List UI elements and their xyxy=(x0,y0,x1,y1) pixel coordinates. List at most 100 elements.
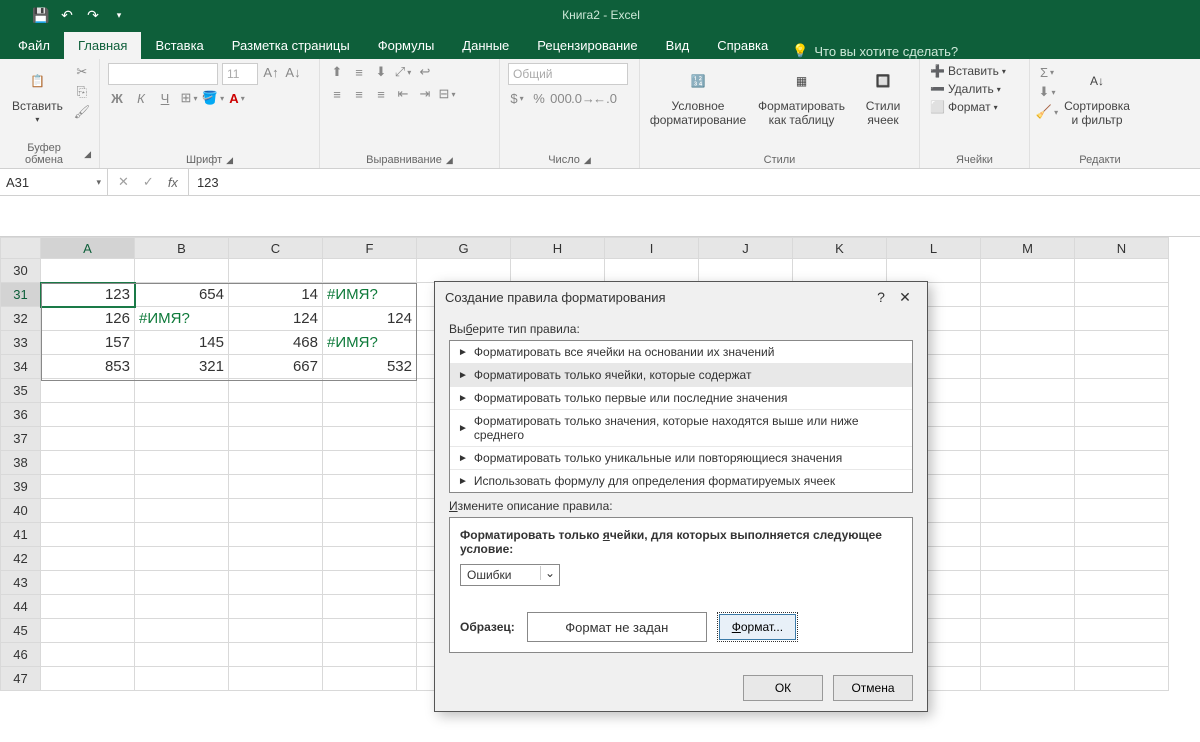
cell[interactable] xyxy=(323,451,417,475)
fill-color-icon[interactable]: 🪣 xyxy=(204,89,222,107)
cell[interactable] xyxy=(229,379,323,403)
row-header[interactable]: 33 xyxy=(1,331,41,355)
cell[interactable] xyxy=(1075,283,1169,307)
cell[interactable] xyxy=(1075,547,1169,571)
cell[interactable] xyxy=(41,571,135,595)
cell[interactable] xyxy=(323,523,417,547)
column-header[interactable]: F xyxy=(323,238,417,259)
cell[interactable] xyxy=(981,427,1075,451)
cell[interactable] xyxy=(981,499,1075,523)
row-header[interactable]: 31 xyxy=(1,283,41,307)
rule-type-item[interactable]: ►Форматировать только уникальные или пов… xyxy=(450,447,912,470)
cell[interactable]: 124 xyxy=(323,307,417,331)
row-header[interactable]: 43 xyxy=(1,571,41,595)
autosum-icon[interactable]: Σ xyxy=(1038,63,1056,81)
cell[interactable] xyxy=(1075,643,1169,667)
save-icon[interactable]: 💾 xyxy=(32,6,50,24)
cell[interactable] xyxy=(41,523,135,547)
cell[interactable]: 654 xyxy=(135,283,229,307)
dialog-launcher-icon[interactable]: ◢ xyxy=(446,155,453,166)
cell[interactable]: 126 xyxy=(41,307,135,331)
cell[interactable] xyxy=(887,259,981,283)
cell[interactable] xyxy=(135,547,229,571)
cell[interactable] xyxy=(41,403,135,427)
paste-button[interactable]: 📋 Вставить ▾ xyxy=(8,63,67,126)
cell[interactable] xyxy=(699,259,793,283)
column-header[interactable]: B xyxy=(135,238,229,259)
dialog-launcher-icon[interactable]: ◢ xyxy=(226,155,233,166)
cell[interactable] xyxy=(793,259,887,283)
column-header[interactable]: L xyxy=(887,238,981,259)
percent-icon[interactable]: % xyxy=(530,89,548,107)
fill-icon[interactable]: ⬇ xyxy=(1038,83,1056,101)
cell[interactable] xyxy=(135,403,229,427)
cell[interactable] xyxy=(981,595,1075,619)
align-middle-icon[interactable]: ≡ xyxy=(350,63,368,81)
cell[interactable] xyxy=(511,259,605,283)
cell[interactable]: 124 xyxy=(229,307,323,331)
row-header[interactable]: 38 xyxy=(1,451,41,475)
tab-file[interactable]: Файл xyxy=(4,32,64,59)
increase-indent-icon[interactable]: ⇥ xyxy=(416,85,434,103)
font-color-icon[interactable]: A xyxy=(228,89,246,107)
row-header[interactable]: 46 xyxy=(1,643,41,667)
cell[interactable] xyxy=(41,667,135,691)
insert-cells-button[interactable]: ➕Вставить▾ xyxy=(928,63,1008,79)
rule-type-item[interactable]: ►Использовать формулу для определения фо… xyxy=(450,470,912,492)
cell[interactable]: #ИМЯ? xyxy=(323,283,417,307)
cell[interactable] xyxy=(323,547,417,571)
copy-icon[interactable]: ⎘ xyxy=(73,83,91,101)
cell[interactable] xyxy=(323,571,417,595)
cell[interactable] xyxy=(981,451,1075,475)
cell[interactable]: 157 xyxy=(41,331,135,355)
cell[interactable] xyxy=(41,547,135,571)
cell[interactable] xyxy=(981,619,1075,643)
cell[interactable] xyxy=(135,667,229,691)
cell[interactable] xyxy=(229,475,323,499)
cell[interactable] xyxy=(981,667,1075,691)
cell[interactable] xyxy=(981,475,1075,499)
align-right-icon[interactable]: ≡ xyxy=(372,85,390,103)
delete-cells-button[interactable]: ➖Удалить▾ xyxy=(928,81,1003,97)
cell[interactable] xyxy=(1075,307,1169,331)
format-cells-button[interactable]: ⬜Формат▾ xyxy=(928,99,1000,115)
cell[interactable]: 532 xyxy=(323,355,417,379)
cell[interactable] xyxy=(981,523,1075,547)
row-header[interactable]: 40 xyxy=(1,499,41,523)
column-header[interactable]: K xyxy=(793,238,887,259)
cell[interactable] xyxy=(135,379,229,403)
cell[interactable] xyxy=(1075,403,1169,427)
cell[interactable] xyxy=(1075,379,1169,403)
row-header[interactable]: 42 xyxy=(1,547,41,571)
clear-icon[interactable]: 🧹 xyxy=(1038,103,1056,121)
row-header[interactable]: 35 xyxy=(1,379,41,403)
name-box[interactable]: A31 xyxy=(0,169,108,195)
redo-icon[interactable]: ↷ xyxy=(84,6,102,24)
cell[interactable] xyxy=(981,643,1075,667)
undo-icon[interactable]: ↶ xyxy=(58,6,76,24)
row-header[interactable]: 30 xyxy=(1,259,41,283)
cell[interactable] xyxy=(1075,259,1169,283)
cell[interactable] xyxy=(135,619,229,643)
italic-button[interactable]: К xyxy=(132,89,150,107)
underline-button[interactable]: Ч xyxy=(156,89,174,107)
enter-formula-icon[interactable]: ✓ xyxy=(143,174,154,190)
tab-review[interactable]: Рецензирование xyxy=(523,32,651,59)
cell[interactable] xyxy=(135,475,229,499)
conditional-formatting-button[interactable]: 🔢 Условное форматирование xyxy=(648,63,748,129)
cell[interactable] xyxy=(981,403,1075,427)
cell[interactable] xyxy=(229,643,323,667)
cell[interactable] xyxy=(323,643,417,667)
rule-type-item[interactable]: ►Форматировать только ячейки, которые со… xyxy=(450,364,912,387)
cell[interactable] xyxy=(981,307,1075,331)
tell-me-search[interactable]: 💡 Что вы хотите сделать? xyxy=(782,43,968,59)
font-name-combo[interactable] xyxy=(108,63,218,85)
cell[interactable]: 468 xyxy=(229,331,323,355)
cell[interactable] xyxy=(41,451,135,475)
format-as-table-button[interactable]: ▦ Форматировать как таблицу xyxy=(754,63,849,129)
sort-filter-button[interactable]: A↓ Сортировка и фильтр xyxy=(1062,63,1132,129)
accounting-format-icon[interactable]: $ xyxy=(508,89,526,107)
column-header[interactable]: I xyxy=(605,238,699,259)
column-header[interactable]: M xyxy=(981,238,1075,259)
cell[interactable] xyxy=(981,331,1075,355)
